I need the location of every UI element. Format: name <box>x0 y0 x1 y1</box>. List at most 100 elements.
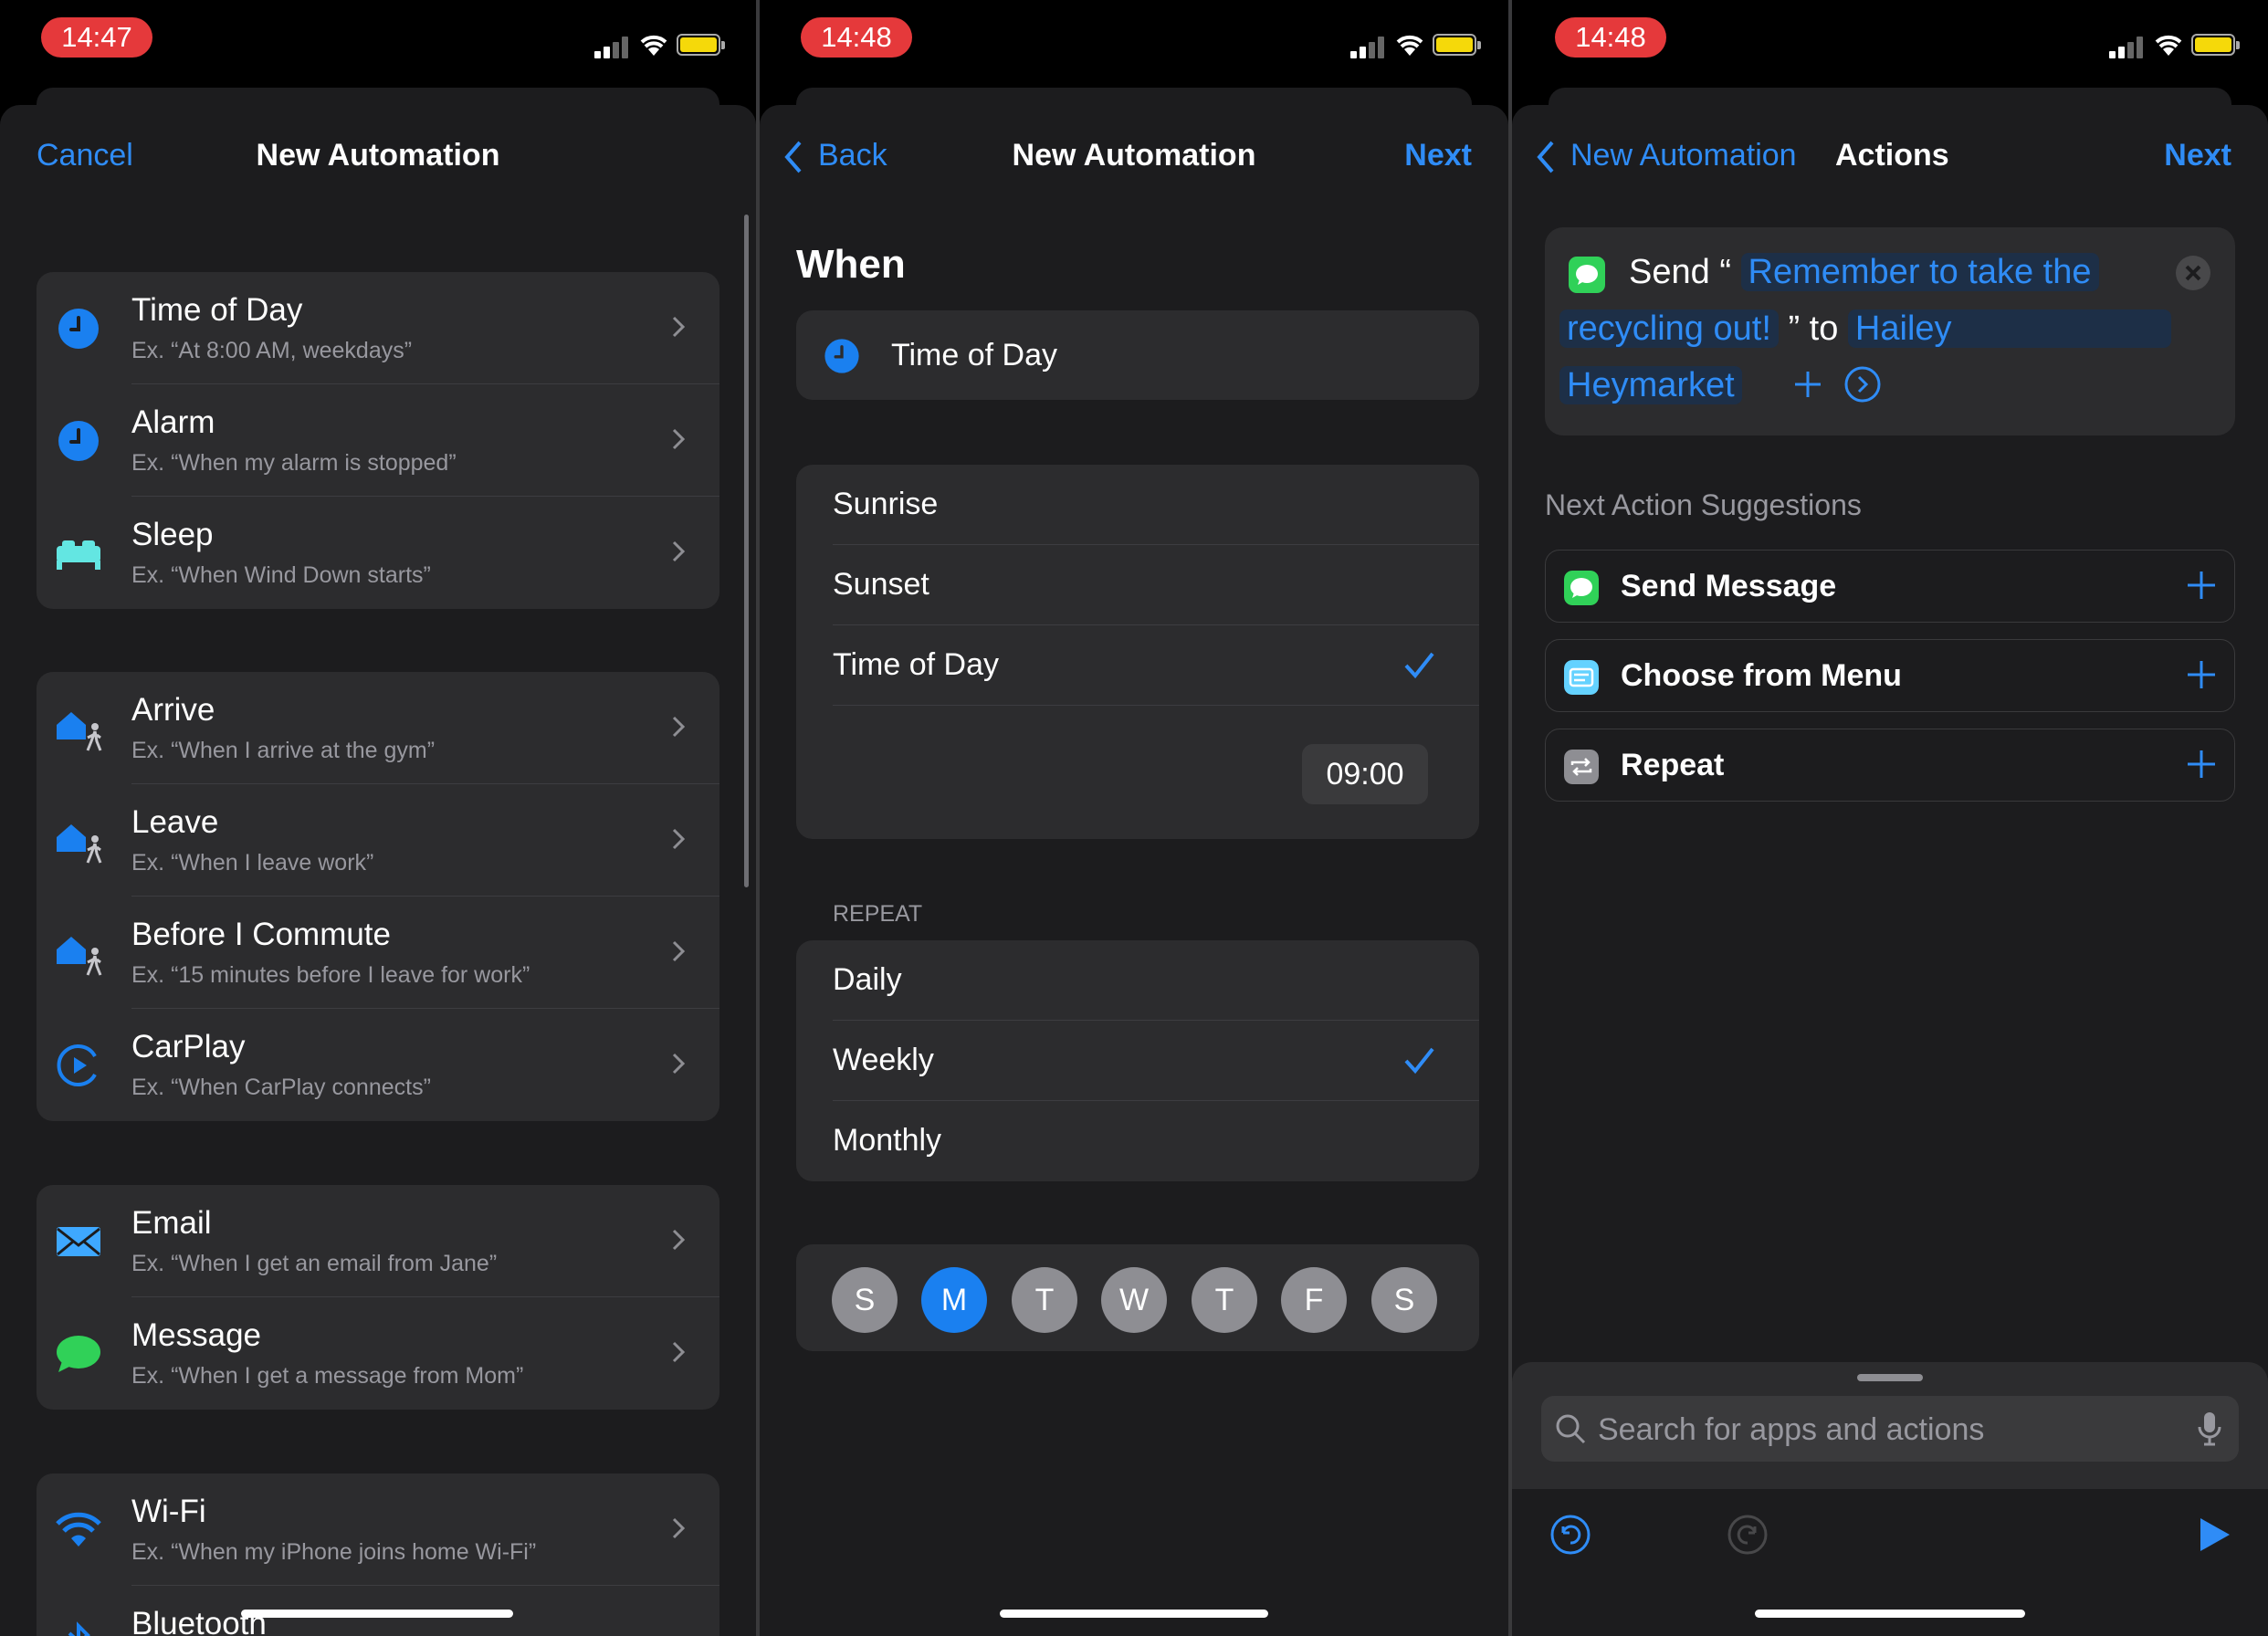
day-saturday[interactable]: S <box>1371 1267 1437 1333</box>
scrollbar[interactable] <box>744 215 749 887</box>
add-icon[interactable] <box>2185 658 2218 691</box>
menu-icon <box>1564 660 1599 695</box>
option-sunrise[interactable]: Sunrise <box>796 465 1479 545</box>
automation-sheet: Back New Automation Next When Time of Da… <box>760 105 1508 1636</box>
day-thursday[interactable]: T <box>1192 1267 1257 1333</box>
chevron-right-icon <box>672 940 685 962</box>
status-bar: 14:48 <box>1512 0 2268 82</box>
chevron-right-icon <box>672 428 685 450</box>
chevron-right-icon <box>672 1341 685 1363</box>
open-quote: “ <box>1719 253 1731 291</box>
clock-icon <box>58 309 99 349</box>
status-time: 14:48 <box>801 17 912 58</box>
repeat-weekly[interactable]: Weekly <box>796 1021 1479 1101</box>
trigger-row-message[interactable]: Message Ex. “When I get a message from M… <box>37 1297 719 1410</box>
day-friday[interactable]: F <box>1281 1267 1347 1333</box>
nav-bar: Back New Automation Next <box>760 105 1508 205</box>
status-time: 14:47 <box>41 17 152 58</box>
time-options-list: Sunrise Sunset Time of Day 09:00 <box>796 465 1479 839</box>
search-placeholder: Search for apps and actions <box>1598 1412 1985 1447</box>
message-text-token[interactable]: Remember to take the <box>1740 253 2099 291</box>
battery-icon <box>677 34 725 56</box>
trigger-group-location: Arrive Ex. “When I arrive at the gym” Le… <box>37 672 719 1121</box>
home-indicator <box>1000 1610 1268 1618</box>
send-message-action-card[interactable]: Send “ Remember to take the recycling ou… <box>1545 227 2235 435</box>
chevron-right-icon <box>672 716 685 738</box>
suggestion-repeat[interactable]: Repeat <box>1545 729 2235 802</box>
trigger-row-time-of-day[interactable]: Time of Day Ex. “At 8:00 AM, weekdays” <box>37 272 719 384</box>
recipient-token-cont[interactable]: Heymarket <box>1559 366 1742 404</box>
day-wednesday[interactable]: W <box>1101 1267 1167 1333</box>
chevron-right-icon <box>672 1229 685 1251</box>
day-monday[interactable]: M <box>921 1267 987 1333</box>
trigger-row-arrive[interactable]: Arrive Ex. “When I arrive at the gym” <box>37 672 719 784</box>
nav-bar: New Automation Actions Next <box>1512 105 2268 205</box>
page-title: New Automation <box>1012 138 1256 173</box>
time-picker[interactable]: 09:00 <box>1302 744 1428 804</box>
trigger-row-before-commute[interactable]: Before I Commute Ex. “15 minutes before … <box>37 897 719 1009</box>
chevron-right-icon <box>672 316 685 338</box>
close-icon[interactable] <box>2175 255 2211 291</box>
suggestion-choose-from-menu[interactable]: Choose from Menu <box>1545 639 2235 712</box>
house-person-icon <box>57 824 102 864</box>
carplay-icon <box>57 1044 97 1086</box>
option-sunset[interactable]: Sunset <box>796 545 1479 625</box>
trigger-row-wifi[interactable]: Wi-Fi Ex. “When my iPhone joins home Wi-… <box>37 1473 719 1586</box>
trigger-group-time: Time of Day Ex. “At 8:00 AM, weekdays” A… <box>37 272 719 609</box>
wifi-status-icon <box>640 35 667 56</box>
messages-app-icon <box>1564 571 1599 605</box>
expand-chevron-icon[interactable] <box>1844 366 1881 403</box>
undo-icon[interactable] <box>1550 1515 1591 1555</box>
cellular-signal-icon <box>1350 37 1385 58</box>
bed-icon <box>57 540 100 570</box>
add-recipient-icon[interactable] <box>1791 368 1824 401</box>
message-text-token-cont[interactable]: recycling out! <box>1559 309 1779 348</box>
message-bubble-icon <box>57 1336 100 1372</box>
play-icon[interactable] <box>2197 1516 2231 1553</box>
wifi-status-icon <box>2155 35 2182 56</box>
search-field[interactable]: Search for apps and actions <box>1541 1396 2239 1462</box>
option-time-of-day[interactable]: Time of Day <box>796 625 1479 706</box>
trigger-row-sleep[interactable]: Sleep Ex. “When Wind Down starts” <box>37 497 719 609</box>
section-heading-when: When <box>796 242 906 287</box>
suggestion-send-message[interactable]: Send Message <box>1545 550 2235 623</box>
repeat-options-list: Daily Weekly Monthly <box>796 940 1479 1181</box>
trigger-row-carplay[interactable]: CarPlay Ex. “When CarPlay connects” <box>37 1009 719 1121</box>
next-button[interactable]: Next <box>2164 138 2231 173</box>
chevron-right-icon <box>672 828 685 850</box>
microphone-icon[interactable] <box>2197 1411 2222 1447</box>
home-indicator <box>1755 1610 2025 1618</box>
status-bar: 14:48 <box>760 0 1508 82</box>
day-tuesday[interactable]: T <box>1012 1267 1077 1333</box>
battery-icon <box>2191 34 2240 56</box>
trigger-row-leave[interactable]: Leave Ex. “When I leave work” <box>37 784 719 897</box>
alarm-clock-icon <box>58 421 99 461</box>
checkmark-icon <box>1404 652 1434 679</box>
battery-icon <box>1433 34 1481 56</box>
next-button[interactable]: Next <box>1404 138 1472 173</box>
redo-icon[interactable] <box>1727 1515 1768 1555</box>
home-indicator <box>241 1610 513 1618</box>
status-time: 14:48 <box>1555 17 1666 58</box>
suggestions-heading: Next Action Suggestions <box>1545 488 1862 521</box>
drawer-grabber[interactable] <box>1857 1374 1923 1381</box>
recipient-token[interactable]: Hailey <box>1847 309 2171 348</box>
repeat-icon <box>1564 750 1599 784</box>
status-bar: 14:47 <box>0 0 756 82</box>
trigger-summary: Time of Day <box>796 310 1479 400</box>
trigger-row-alarm[interactable]: Alarm Ex. “When my alarm is stopped” <box>37 384 719 497</box>
automation-sheet: New Automation Actions Next Send “ Remem… <box>1512 105 2268 1636</box>
add-icon[interactable] <box>2185 569 2218 602</box>
search-icon <box>1556 1414 1586 1444</box>
checkmark-icon <box>1404 1047 1434 1075</box>
page-title: Actions <box>1835 138 1949 173</box>
add-icon[interactable] <box>2185 748 2218 781</box>
day-sunday[interactable]: S <box>832 1267 898 1333</box>
wifi-status-icon <box>1396 35 1423 56</box>
repeat-monthly[interactable]: Monthly <box>796 1101 1479 1181</box>
trigger-row-email[interactable]: Email Ex. “When I get an email from Jane… <box>37 1185 719 1297</box>
repeat-daily[interactable]: Daily <box>796 940 1479 1021</box>
bluetooth-icon <box>68 1621 90 1636</box>
action-search-drawer: Search for apps and actions <box>1512 1362 2268 1636</box>
back-button[interactable]: New Automation <box>1536 138 1810 174</box>
